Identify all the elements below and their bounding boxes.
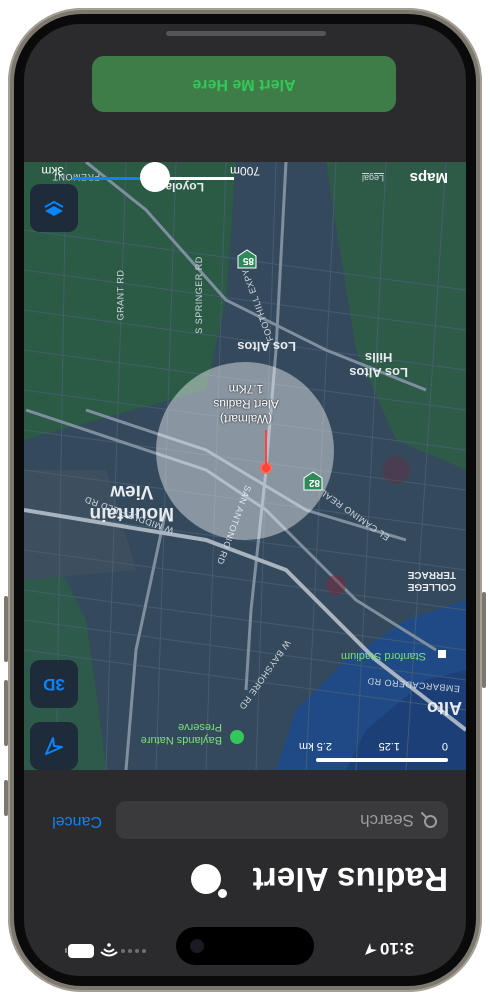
dynamic-island xyxy=(176,927,314,965)
wifi-icon xyxy=(100,943,118,957)
home-indicator xyxy=(166,31,326,36)
side-button-power xyxy=(482,592,486,688)
scale-bar xyxy=(316,758,448,762)
road-label-springer: S SPRINGER RD xyxy=(194,256,205,334)
distance-left-label: 700m xyxy=(229,164,260,178)
map-view[interactable]: Mountain View Los Altos Los Altos Hills … xyxy=(24,162,466,770)
alert-me-here-button[interactable]: Alert Me Here xyxy=(92,56,396,112)
location-arrow-icon xyxy=(365,943,377,955)
screen: 3:10 Radius Alert Cancel xyxy=(24,24,466,976)
cancel-button[interactable]: Cancel xyxy=(52,812,102,830)
map-pin-stick xyxy=(265,430,267,464)
map-footer: Maps Legal 700m 3km xyxy=(24,162,466,192)
3d-button[interactable]: 3D xyxy=(30,660,78,708)
scale-tick-0: 0 xyxy=(441,740,448,752)
camera-icon xyxy=(190,939,204,953)
location-arrow-icon xyxy=(45,737,63,755)
search-input[interactable] xyxy=(134,801,414,839)
status-dot-icon xyxy=(191,864,221,894)
distance-right-label: 3km xyxy=(41,164,64,178)
side-button-action xyxy=(4,780,8,816)
maps-brand-logo: Maps xyxy=(409,169,448,186)
map-label-los-altos-hills: Los Altos Hills xyxy=(349,350,408,380)
pin-label: (Walmart) Alert Radius 1.7Km xyxy=(213,382,279,426)
my-location-button[interactable] xyxy=(30,722,78,770)
page-title: Radius Alert xyxy=(252,861,448,898)
layers-icon xyxy=(44,200,64,216)
route-82-label: 82 xyxy=(308,477,320,488)
scale-tick-1: 1.25 xyxy=(378,740,400,752)
search-icon xyxy=(421,812,437,828)
distance-slider-knob[interactable] xyxy=(140,162,170,192)
status-bar: 3:10 xyxy=(24,922,466,976)
legal-link[interactable]: Legal xyxy=(362,173,384,183)
side-button-volume-up xyxy=(4,596,8,662)
route-85-label: 85 xyxy=(242,255,254,266)
poi-stanford-stadium[interactable]: Stanford Stadium xyxy=(341,650,426,662)
map-scale: 0 1.25 2.5 km xyxy=(288,736,448,764)
baylands-marker-icon[interactable] xyxy=(230,730,244,744)
side-button-volume-down xyxy=(4,680,8,746)
scale-tick-2: 2.5 km xyxy=(298,740,332,752)
map-label-college-terrace: COLLEGE TERRACE xyxy=(407,569,456,592)
battery-icon xyxy=(68,944,94,958)
poi-baylands[interactable]: Baylands Nature Preserve xyxy=(141,720,222,746)
road-label-grant: GRANT RD xyxy=(115,269,126,321)
status-time: 3:10 xyxy=(379,939,414,958)
signal-icon xyxy=(121,949,146,953)
search-bar[interactable] xyxy=(116,801,448,839)
map-label-alto: Alto xyxy=(427,698,462,718)
